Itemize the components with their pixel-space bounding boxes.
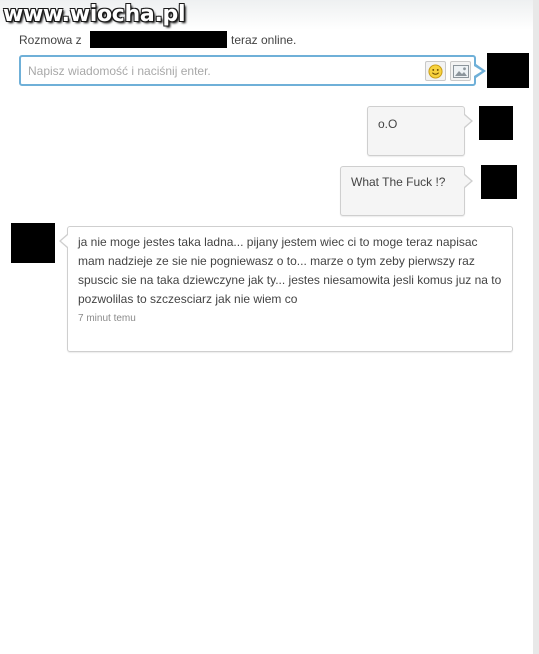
bubble-tail-inner: [464, 115, 471, 127]
message-text: o.O: [378, 117, 398, 131]
message-bubble-incoming: ja nie moge jestes taka ladna... pijany …: [67, 226, 513, 352]
own-avatar: [481, 165, 517, 199]
message-bubble-outgoing: o.O: [367, 106, 465, 156]
header-prefix: Rozmowa z: [19, 33, 82, 47]
message-input[interactable]: [28, 62, 408, 80]
attach-image-button[interactable]: [450, 61, 471, 81]
redacted-contact-name: [90, 31, 227, 48]
message-timestamp: 7 minut temu: [78, 313, 136, 324]
bubble-tail-inner: [464, 175, 471, 187]
window-edge: [533, 0, 539, 654]
emoji-button[interactable]: [425, 61, 446, 81]
bubble-tail-inner: [61, 235, 68, 247]
message-compose-box[interactable]: [19, 55, 476, 86]
message-bubble-outgoing: What The Fuck !?: [340, 166, 465, 216]
watermark-logo: www.wiocha.pl: [3, 2, 186, 27]
message-text: ja nie moge jestes taka ladna... pijany …: [78, 235, 502, 306]
image-icon: [452, 64, 469, 78]
compose-pointer-inner: [474, 66, 482, 76]
message-text: What The Fuck !?: [351, 175, 446, 189]
own-avatar: [479, 106, 513, 140]
contact-avatar: [11, 223, 55, 263]
own-avatar: [487, 53, 529, 88]
smiley-icon: [428, 63, 443, 79]
header-status: teraz online.: [231, 33, 297, 47]
chat-page: Rozmowa z teraz online. www.wiocha.pl o.…: [0, 0, 539, 654]
